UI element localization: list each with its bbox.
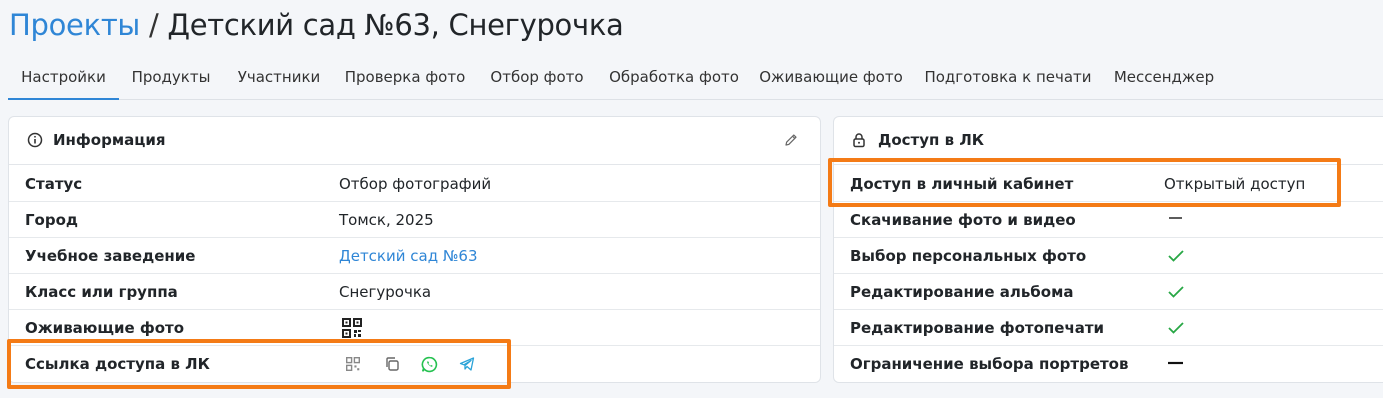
tab-print-preparation[interactable]: Подготовка к печати bbox=[923, 58, 1093, 100]
access-card: Доступ в ЛК Доступ в личный кабинет Откр… bbox=[833, 116, 1383, 383]
tab-bar: Настройки Продукты Участники Проверка фо… bbox=[8, 58, 1383, 100]
info-card-header: Информация bbox=[9, 117, 820, 165]
access-row-portrait-limit: Ограничение выбора портретов bbox=[834, 346, 1383, 382]
access-row-print-edit: Редактирование фотопечати bbox=[834, 310, 1383, 346]
row-label: Статус bbox=[25, 175, 83, 193]
info-row-institution: Учебное заведение Детский сад №63 bbox=[9, 238, 820, 274]
check-icon bbox=[1168, 322, 1184, 334]
tab-settings[interactable]: Настройки bbox=[8, 58, 119, 100]
access-row-album-edit: Редактирование альбома bbox=[834, 274, 1383, 310]
qr-code-icon[interactable] bbox=[342, 318, 362, 338]
info-icon bbox=[27, 132, 43, 148]
info-row-group: Класс или группа Снегурочка bbox=[9, 274, 820, 310]
pencil-icon[interactable] bbox=[783, 132, 799, 148]
tab-products[interactable]: Продукты bbox=[128, 58, 214, 100]
row-label: Город bbox=[25, 211, 79, 229]
access-card-title: Доступ в ЛК bbox=[878, 131, 985, 149]
access-row-personal-photos: Выбор персональных фото bbox=[834, 238, 1383, 274]
highlight-cabinet-access bbox=[828, 158, 1341, 207]
row-value: Снегурочка bbox=[339, 283, 432, 301]
row-label: Оживающие фото bbox=[25, 319, 185, 337]
breadcrumb-projects-link[interactable]: Проекты bbox=[9, 8, 140, 42]
tab-messenger[interactable]: Мессенджер bbox=[1108, 58, 1220, 100]
row-value: Томск, 2025 bbox=[339, 211, 434, 229]
tab-participants[interactable]: Участники bbox=[232, 58, 326, 100]
institution-link[interactable]: Детский сад №63 bbox=[339, 247, 478, 265]
dash-icon bbox=[1169, 217, 1182, 219]
tab-photo-selection[interactable]: Отбор фото bbox=[485, 58, 589, 100]
info-row-city: Город Томск, 2025 bbox=[9, 202, 820, 238]
row-label: Редактирование фотопечати bbox=[850, 319, 1105, 337]
tab-photo-processing[interactable]: Обработка фото bbox=[604, 58, 744, 100]
tab-photo-check[interactable]: Проверка фото bbox=[340, 58, 470, 100]
row-label: Редактирование альбома bbox=[850, 283, 1074, 301]
highlight-access-link bbox=[7, 339, 511, 389]
row-label: Скачивание фото и видео bbox=[850, 211, 1076, 229]
row-label: Класс или группа bbox=[25, 283, 178, 301]
info-row-status: Статус Отбор фотографий bbox=[9, 166, 820, 202]
lock-icon bbox=[853, 133, 865, 148]
dash-icon bbox=[1168, 361, 1183, 365]
row-value: Отбор фотографий bbox=[339, 175, 492, 193]
project-title: Детский сад №63, Снегурочка bbox=[167, 8, 624, 42]
page-title: Проекты / Детский сад №63, Снегурочка bbox=[9, 8, 624, 42]
access-row-download: Скачивание фото и видео bbox=[834, 202, 1383, 238]
tab-live-photos[interactable]: Оживающие фото bbox=[757, 58, 905, 100]
row-label: Ограничение выбора портретов bbox=[850, 355, 1129, 373]
breadcrumb-separator: / bbox=[148, 8, 159, 42]
row-label: Выбор персональных фото bbox=[850, 247, 1087, 265]
check-icon bbox=[1168, 286, 1184, 298]
info-card-title: Информация bbox=[53, 131, 166, 149]
row-label: Учебное заведение bbox=[25, 247, 196, 265]
check-icon bbox=[1168, 250, 1184, 262]
